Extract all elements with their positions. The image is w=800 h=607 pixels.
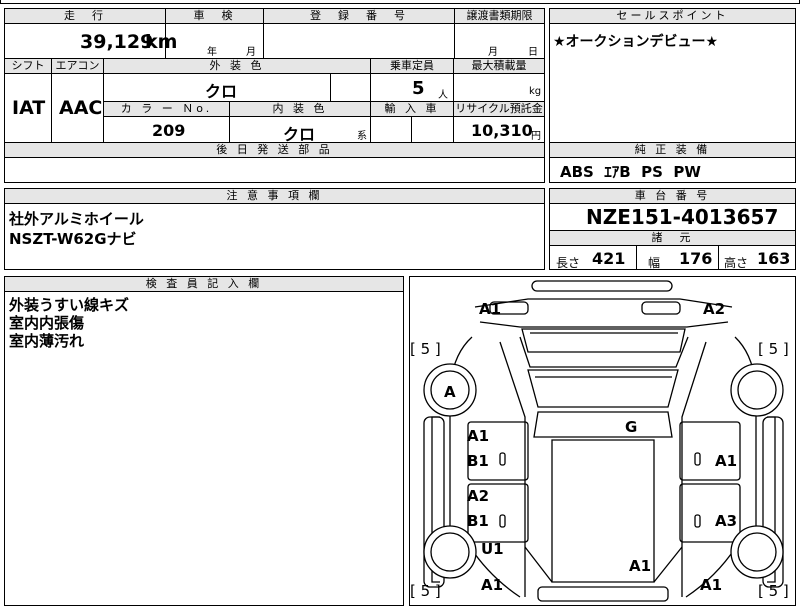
aircon-value: AAC [59,97,103,119]
mark-rear-center: A1 [629,557,652,575]
mark-right-front-door: A1 [715,452,738,470]
notes-line-2: NSZT-W62Gナビ [9,230,137,248]
notes-line-1: 社外アルミホイール [9,210,144,228]
mark-rear-right-tire: [ 5 ] [758,582,789,600]
shift-header: シフト [5,59,51,73]
length-value: 421 [592,249,626,268]
transfer-day-label: 日 [528,47,538,58]
genuine-equipment-value: ABS ｴｱB PS PW [560,163,701,181]
height-value: 163 [757,249,791,268]
shaken-year-label: 年 [207,47,217,58]
mark-left-rear-fender: U1 [481,540,504,558]
mark-left-rear-door-lower: B1 [467,512,489,530]
mileage-unit: km [145,31,178,53]
capacity-header: 乗車定員 [371,59,453,73]
mark-right-rear-door: A3 [715,512,738,530]
mark-rear-left-tire: [ 5 ] [410,582,441,600]
inspector-header: 検 査 員 記 入 欄 [5,277,403,291]
mark-front-left-tire: [ 5 ] [410,340,441,358]
aircon-header: エアコン [52,59,103,73]
import-header: 輸 入 車 [371,102,453,116]
exterior-color-value: クロ [205,82,238,101]
mileage-header: 走 行 [5,9,165,23]
height-label: 高さ [724,256,749,270]
mark-front-right: A2 [703,300,726,318]
mark-rear-right: A1 [700,576,723,594]
width-label: 幅 [648,256,661,270]
sales-point-box [549,8,796,143]
recycle-header: リサイクル預託金 [454,102,544,116]
load-unit: kg [529,86,542,97]
mark-left-front-door-lower: B1 [467,452,489,470]
inspector-line-3: 室内薄汚れ [9,332,85,350]
mileage-value: 39,129 [80,31,154,53]
shift-value: IAT [12,97,46,119]
mark-front-left-wheel: A [444,383,456,401]
exterior-color-header: 外 装 色 [104,59,370,73]
registration-header: 登 録 番 号 [264,9,454,23]
chassis-header: 車 台 番 号 [550,189,795,203]
mark-left-front-door-upper: A1 [467,427,490,445]
mark-left-rear-door-upper: A2 [467,487,490,505]
top-strip [0,0,800,4]
transfer-month-label: 月 [488,47,498,58]
recycle-unit: 円 [531,131,541,142]
interior-color-suffix: 系 [357,131,367,142]
spec-header: 諸 元 [550,231,795,245]
length-label: 長さ [556,256,581,270]
mark-roof: G [625,418,638,436]
transfer-docs-header: 譲渡書類期限 [455,9,544,23]
shaken-header: 車 検 [166,9,263,23]
sales-point-text: ★オークションデビュー★ [553,34,719,50]
mark-rear-left: A1 [481,576,504,594]
capacity-unit: 人 [438,90,448,101]
chassis-number: NZE151-4013657 [586,205,779,229]
shaken-month-label: 月 [246,47,256,58]
color-no-header: カ ラ ー Ｎo. [104,102,229,116]
mark-front-right-tire: [ 5 ] [758,340,789,358]
mark-front-left: A1 [479,300,502,318]
color-no-value: 209 [152,121,186,140]
recycle-value: 10,310 [471,121,533,140]
max-load-header: 最大積載量 [454,59,544,73]
width-value: 176 [679,249,713,268]
capacity-value: 5 [412,78,425,99]
sales-point-header: セールスポイント [550,9,795,23]
notes-header: 注 意 事 項 欄 [5,189,544,203]
interior-color-header: 内 装 色 [230,102,370,116]
later-parts-header: 後 日 発 送 部 品 [5,143,544,157]
genuine-equipment-header: 純 正 装 備 [550,143,795,157]
